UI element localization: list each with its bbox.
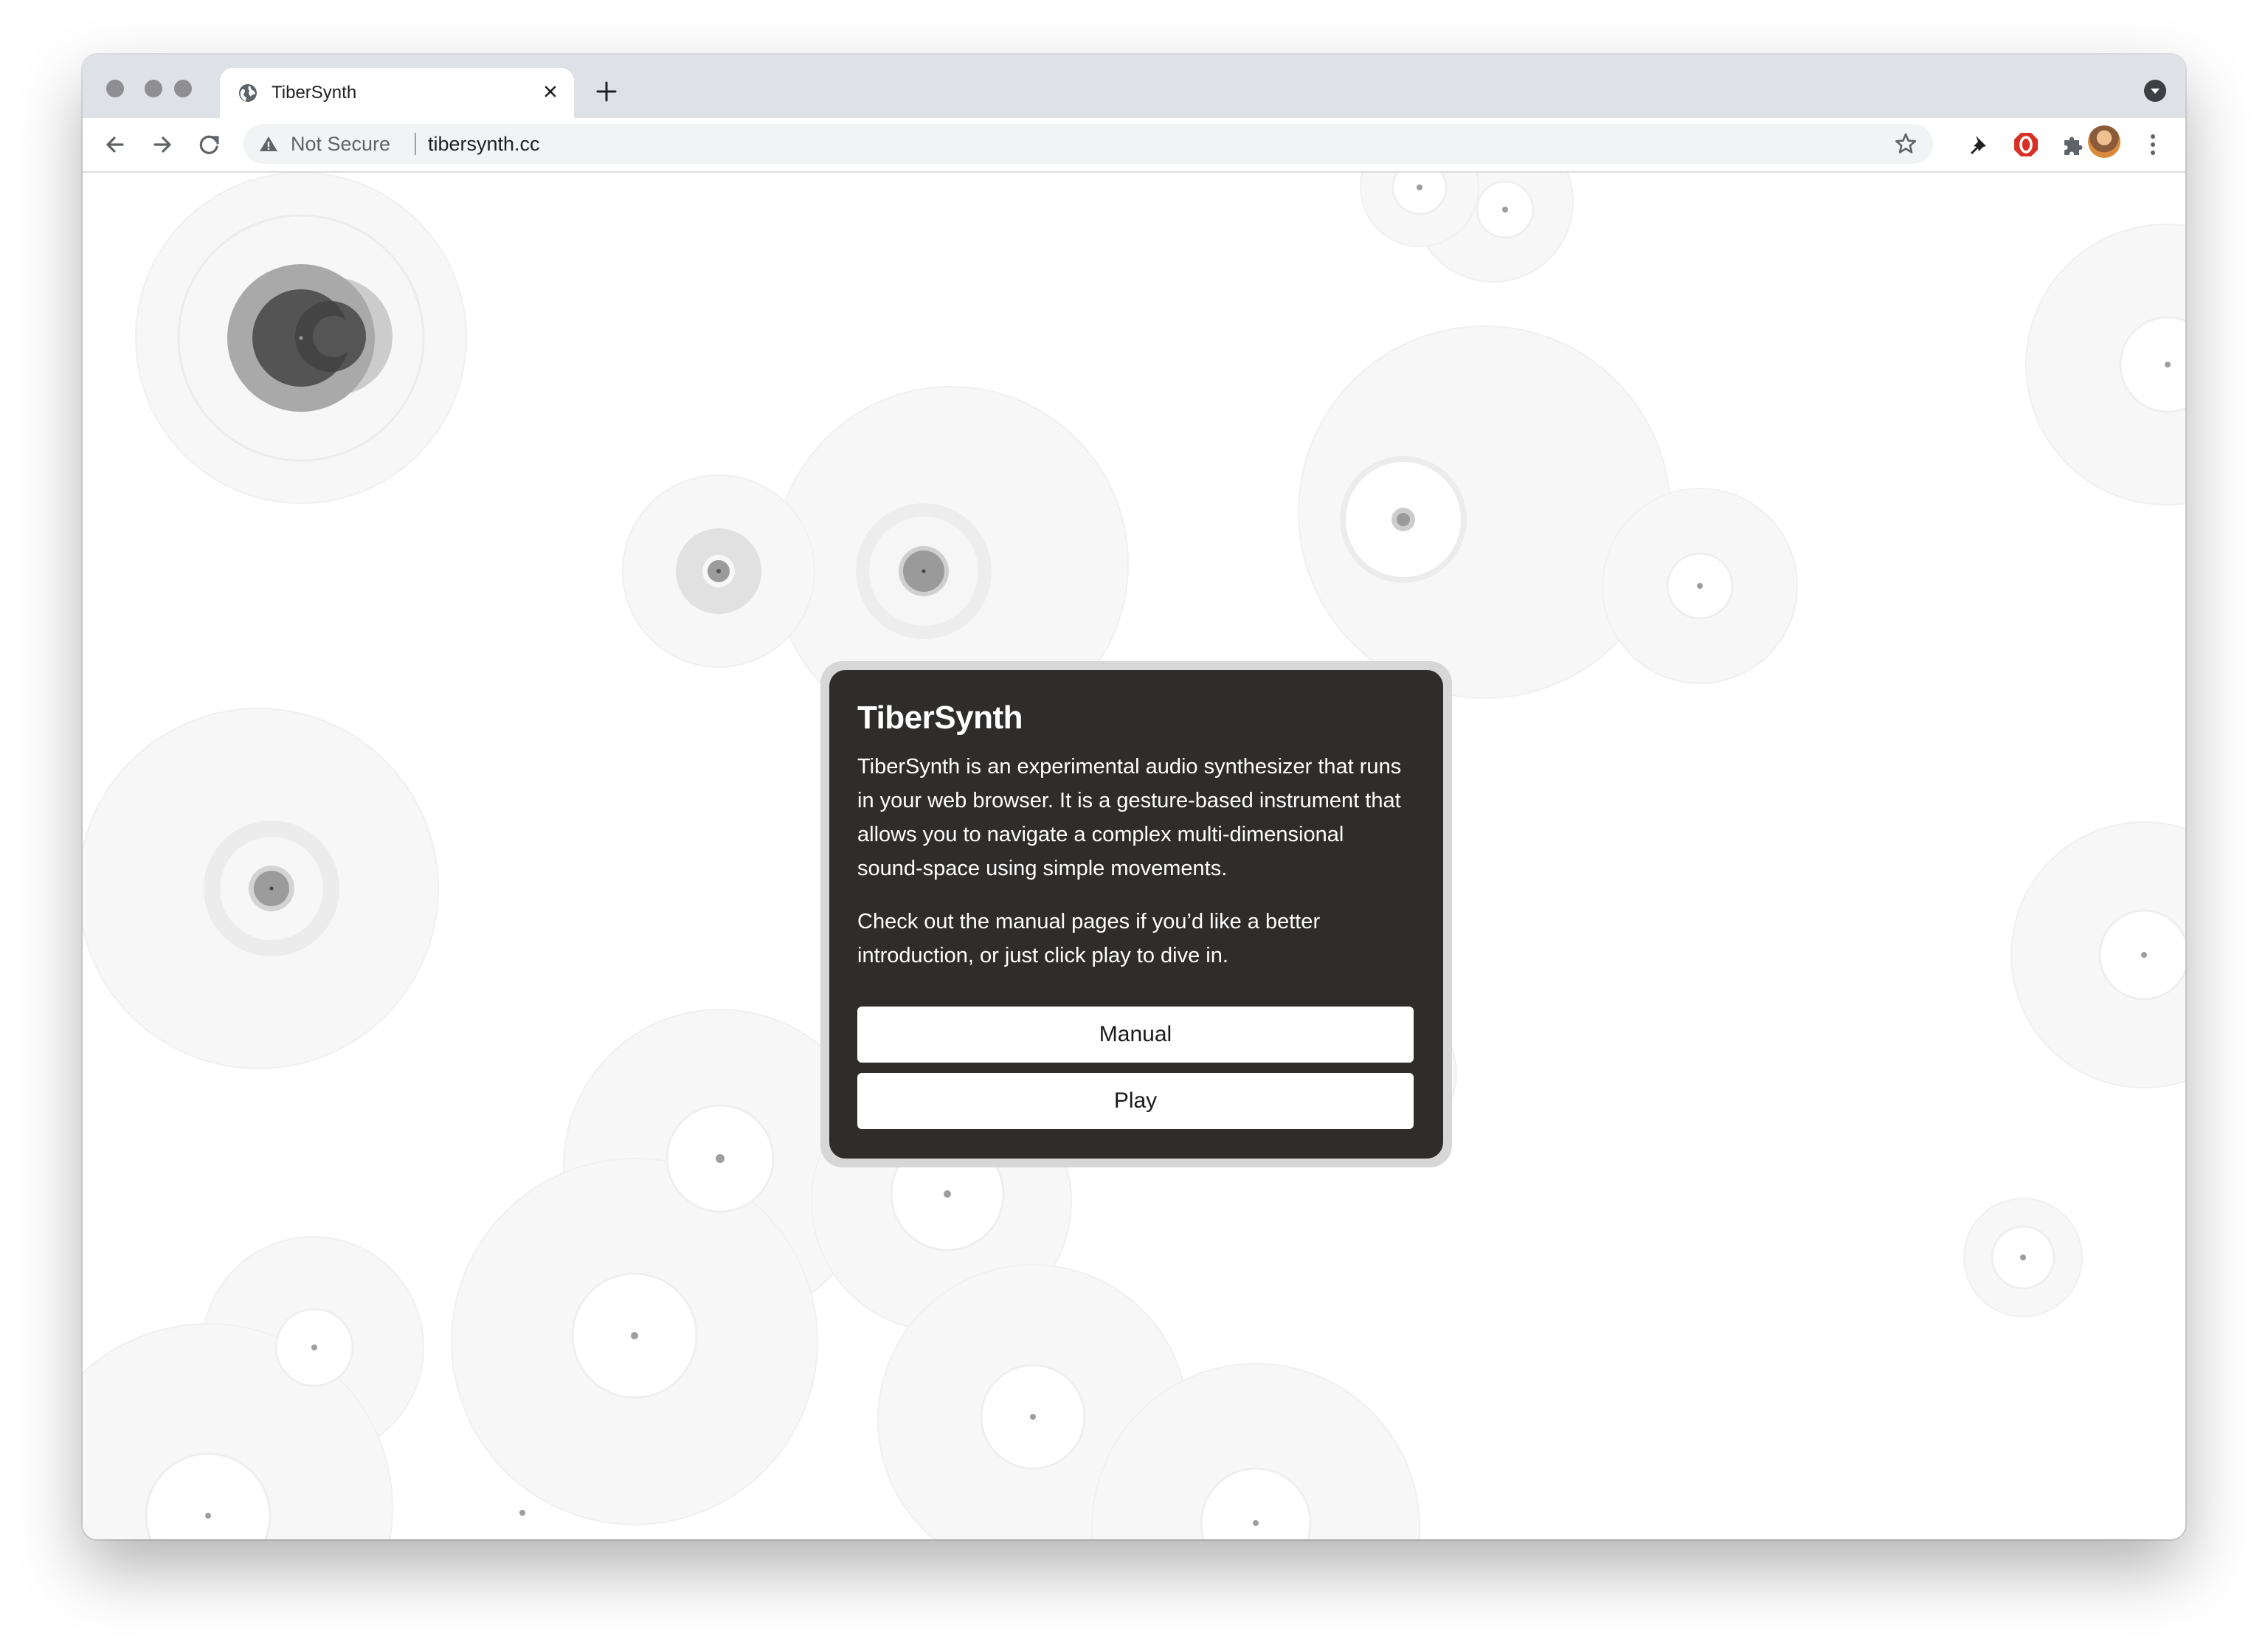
url-text[interactable]: tibersynth.cc: [428, 133, 540, 156]
adblock-extension-icon[interactable]: [2008, 127, 2044, 162]
tab-search-icon[interactable]: [2144, 80, 2166, 102]
security-label[interactable]: Not Secure: [291, 133, 390, 156]
address-bar[interactable]: Not Secure tibersynth.cc: [243, 124, 1933, 164]
dialog-description-line-4: sound-space using simple movements.: [857, 857, 1228, 880]
tab-strip: TiberSynth: [83, 55, 2185, 118]
bookmark-star-icon[interactable]: [1893, 131, 1918, 156]
browser-window: TiberSynth Not Secure tibersynth.cc Tibe…: [83, 55, 2185, 1539]
dialog-hint-line-2: introduction, or just click play to dive…: [857, 944, 1228, 967]
minimize-window-button[interactable]: [145, 80, 162, 97]
tab-tibersynth[interactable]: TiberSynth: [220, 68, 574, 118]
new-tab-icon[interactable]: [592, 77, 621, 106]
dialog-description-line-3: allows you to navigate a complex multi-d…: [857, 823, 1344, 846]
globe-icon: [239, 84, 257, 102]
intro-dialog-frame: TiberSynth TiberSynth is an experimental…: [820, 661, 1452, 1167]
menu-kebab-icon[interactable]: [2135, 127, 2171, 162]
intro-dialog: TiberSynth TiberSynth is an experimental…: [829, 670, 1443, 1159]
play-button[interactable]: Play: [857, 1073, 1414, 1129]
address-divider: [415, 133, 416, 155]
dialog-description-line-1: TiberSynth is an experimental audio synt…: [857, 755, 1402, 779]
browser-toolbar: Not Secure tibersynth.cc: [83, 118, 2185, 173]
tab-title: TiberSynth: [272, 83, 357, 103]
dialog-description-line-2: in your web browser. It is a gesture-bas…: [857, 789, 1401, 812]
extensions-puzzle-icon[interactable]: [2056, 127, 2091, 162]
pin-extension-icon[interactable]: [1961, 127, 1996, 162]
close-window-button[interactable]: [106, 80, 124, 97]
back-icon[interactable]: [97, 127, 133, 162]
page-content[interactable]: TiberSynth TiberSynth is an experimental…: [83, 173, 2185, 1539]
warning-icon: [260, 137, 277, 151]
tab-close-icon[interactable]: [539, 80, 562, 103]
dialog-hint-line-1: Check out the manual pages if you’d like…: [857, 910, 1321, 933]
profile-avatar[interactable]: [2088, 125, 2120, 158]
manual-button[interactable]: Manual: [857, 1007, 1414, 1063]
zoom-window-button[interactable]: [174, 80, 192, 97]
dialog-description: TiberSynth is an experimental audio synt…: [857, 750, 1418, 886]
dialog-title: TiberSynth: [857, 700, 1023, 736]
reload-icon[interactable]: [192, 127, 227, 162]
dialog-hint: Check out the manual pages if you’d like…: [857, 905, 1418, 973]
forward-icon[interactable]: [145, 127, 180, 162]
